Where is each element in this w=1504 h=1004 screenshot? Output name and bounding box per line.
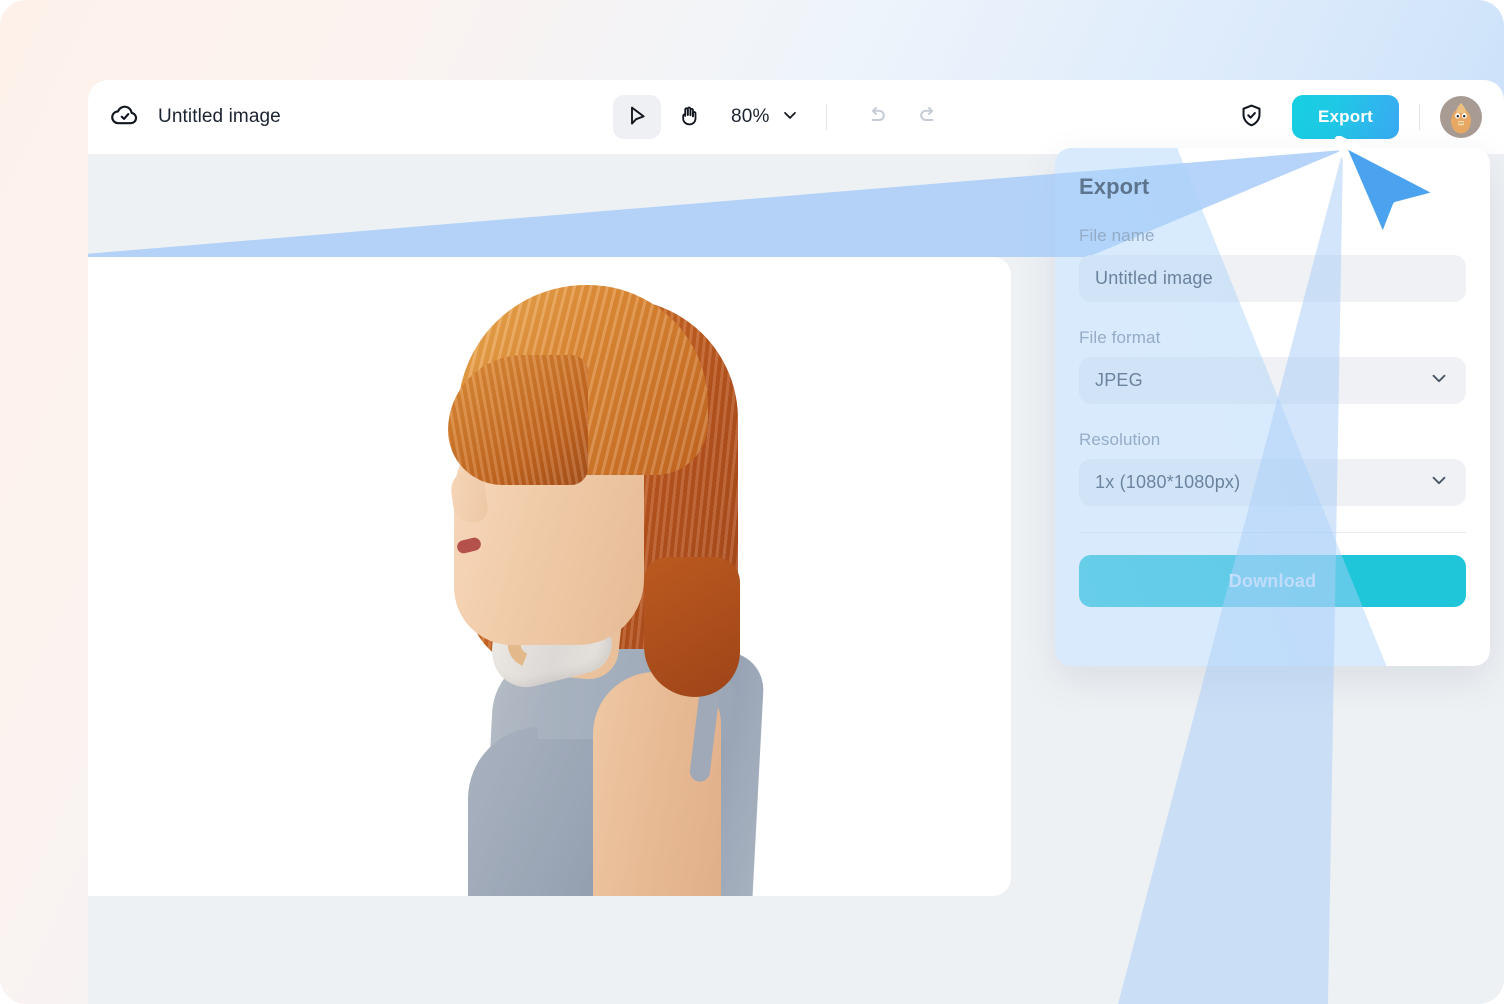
redo-icon bbox=[916, 103, 941, 131]
file-format-select[interactable]: JPEG bbox=[1079, 357, 1466, 404]
chevron-down-icon bbox=[1428, 367, 1450, 394]
canvas-card bbox=[88, 257, 1011, 896]
file-format-value: JPEG bbox=[1095, 370, 1143, 390]
top-toolbar: Untitled image 80% Export bbox=[88, 80, 1504, 154]
user-avatar[interactable] bbox=[1440, 96, 1482, 138]
panel-divider bbox=[1079, 532, 1466, 533]
decorative-backdrop: Untitled image 80% Export Export File na… bbox=[0, 0, 1504, 1004]
toolbar-center-group: 80% bbox=[613, 95, 953, 139]
toolbar-left-group: Untitled image bbox=[88, 100, 281, 135]
cursor-arrow-icon bbox=[625, 104, 649, 131]
toolbar-divider bbox=[825, 104, 827, 130]
app-window: Untitled image 80% Export Export File na… bbox=[88, 80, 1504, 1004]
file-format-label: File format bbox=[1079, 328, 1161, 347]
file-name-value: Untitled image bbox=[1095, 268, 1213, 288]
undo-button[interactable] bbox=[853, 95, 901, 139]
toolbar-right-group: Export bbox=[1228, 95, 1482, 139]
chevron-down-icon bbox=[1428, 469, 1450, 496]
redo-button[interactable] bbox=[905, 95, 953, 139]
document-title[interactable]: Untitled image bbox=[158, 106, 281, 128]
avatar-face-icon bbox=[1451, 103, 1471, 134]
security-shield-button[interactable] bbox=[1228, 95, 1276, 139]
export-panel: Export File name Untitled image File for… bbox=[1055, 148, 1490, 666]
cloud-check-icon bbox=[110, 100, 140, 135]
undo-icon bbox=[864, 103, 889, 131]
select-tool-button[interactable] bbox=[613, 95, 661, 139]
resolution-label: Resolution bbox=[1079, 430, 1161, 449]
download-button[interactable]: Download bbox=[1079, 555, 1466, 607]
hand-tool-button[interactable] bbox=[665, 95, 713, 139]
zoom-control[interactable]: 80% bbox=[731, 105, 800, 130]
file-name-field[interactable]: Untitled image bbox=[1079, 255, 1466, 302]
shield-check-icon bbox=[1238, 102, 1265, 132]
file-name-label: File name bbox=[1079, 226, 1155, 245]
chevron-down-icon bbox=[780, 105, 800, 130]
zoom-level-value: 80% bbox=[731, 106, 770, 127]
hand-icon bbox=[677, 104, 701, 131]
resolution-select[interactable]: 1x (1080*1080px) bbox=[1079, 459, 1466, 506]
resolution-value: 1x (1080*1080px) bbox=[1095, 472, 1241, 492]
export-panel-title: Export bbox=[1079, 174, 1150, 199]
export-button[interactable]: Export bbox=[1291, 95, 1399, 139]
subject-photo[interactable] bbox=[88, 257, 1011, 896]
photo-hair-tip bbox=[644, 557, 740, 697]
avatar-divider bbox=[1419, 104, 1420, 130]
